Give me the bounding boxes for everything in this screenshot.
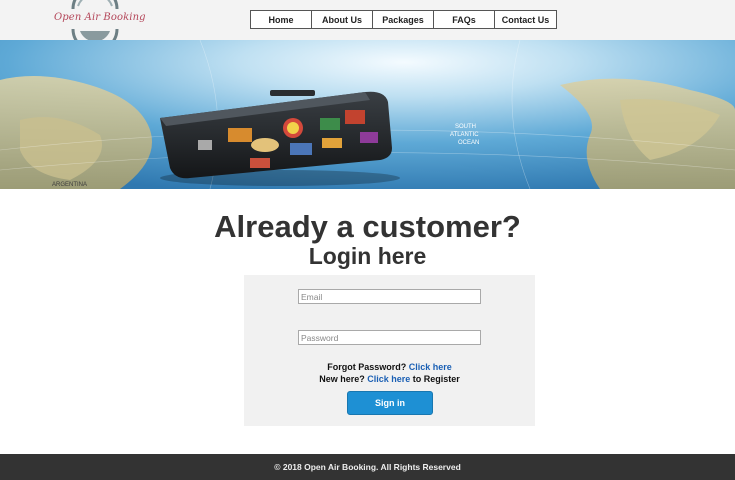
map-label-south: SOUTH bbox=[455, 124, 476, 130]
email-field[interactable] bbox=[298, 289, 481, 304]
forgot-password-line: Forgot Password? Click here bbox=[244, 362, 535, 372]
nav-home[interactable]: Home bbox=[251, 11, 312, 28]
main-nav: Home About Us Packages FAQs Contact Us bbox=[250, 10, 557, 29]
hero-banner: ARGENTINA SOUTH ATLANTIC OCEAN bbox=[0, 40, 735, 189]
new-here-text: New here? bbox=[319, 374, 365, 384]
page-subtitle: Login here bbox=[308, 243, 427, 269]
footer: © 2018 Open Air Booking. All Rights Rese… bbox=[0, 454, 735, 480]
map-label-argentina: ARGENTINA bbox=[52, 182, 87, 188]
sign-in-button[interactable]: Sign in bbox=[347, 391, 433, 415]
copyright-text: © 2018 Open Air Booking. All Rights Rese… bbox=[274, 462, 461, 472]
map-label-atlantic: ATLANTIC bbox=[450, 132, 479, 138]
page-title: Already a customer? bbox=[214, 209, 521, 244]
nav-faqs[interactable]: FAQs bbox=[434, 11, 495, 28]
nav-packages[interactable]: Packages bbox=[373, 11, 434, 28]
register-link[interactable]: Click here bbox=[367, 374, 410, 384]
login-section: Already a customer? Login here Forgot Pa… bbox=[0, 189, 735, 454]
map-label-ocean: OCEAN bbox=[458, 140, 479, 146]
nav-contact-us[interactable]: Contact Us bbox=[495, 11, 556, 28]
register-line: New here? Click here to Register bbox=[244, 374, 535, 384]
login-form: Forgot Password? Click here New here? Cl… bbox=[244, 275, 535, 426]
logo-text: Open Air Booking bbox=[54, 12, 146, 23]
logo[interactable]: Open Air Booking bbox=[50, 0, 146, 40]
password-field[interactable] bbox=[298, 330, 481, 345]
top-bar: Open Air Booking Home About Us Packages … bbox=[0, 0, 735, 40]
register-suffix-text: to Register bbox=[412, 374, 460, 384]
nav-about-us[interactable]: About Us bbox=[312, 11, 373, 28]
forgot-password-link[interactable]: Click here bbox=[409, 362, 452, 372]
world-map-suitcase-image: ARGENTINA SOUTH ATLANTIC OCEAN bbox=[0, 40, 735, 189]
forgot-password-text: Forgot Password? bbox=[327, 362, 407, 372]
